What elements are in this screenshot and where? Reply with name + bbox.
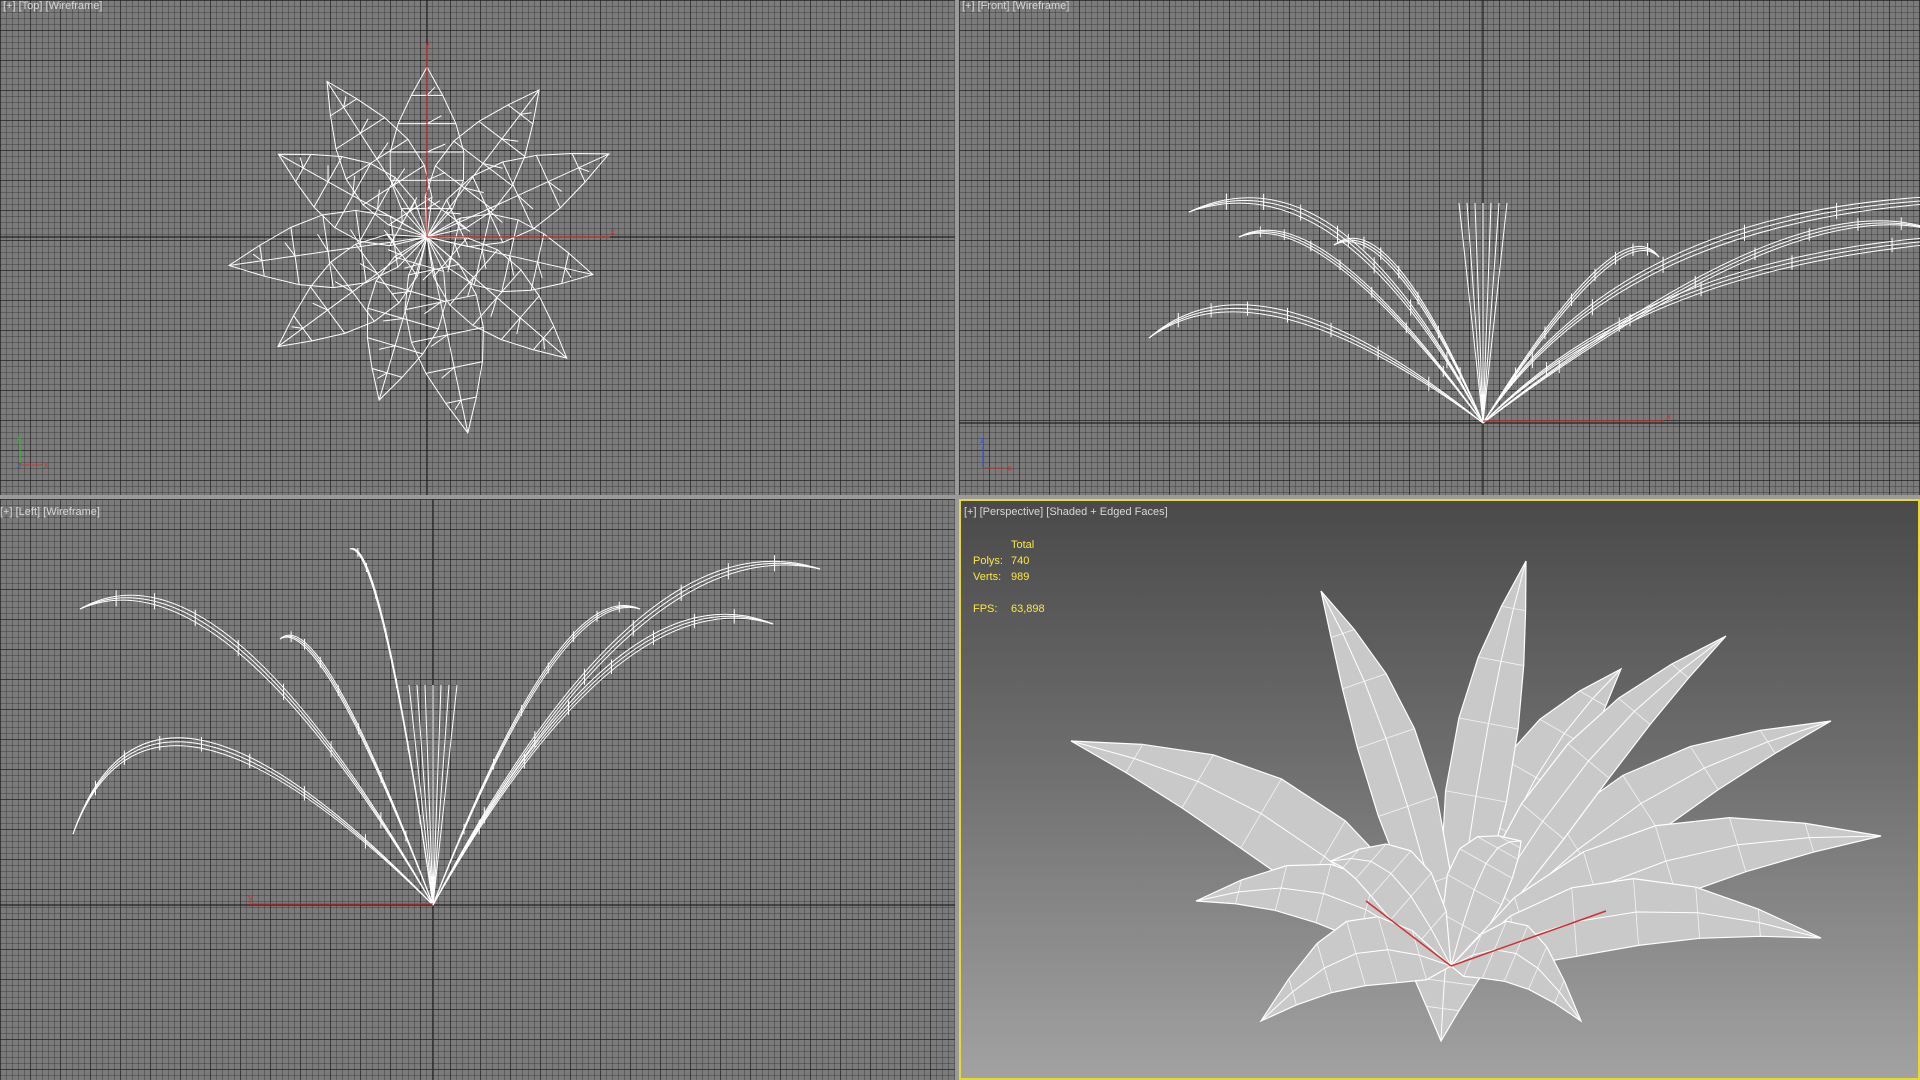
axis-label-x: x (610, 227, 615, 238)
viewport-menu-button[interactable]: [+] (0, 506, 13, 518)
svg-text:y: y (17, 433, 22, 443)
polys-value: 740 (1011, 555, 1030, 567)
svg-text:z: z (17, 460, 22, 470)
viewport-divider-horizontal-right[interactable] (959, 495, 1920, 499)
left-wireframe: y (0, 499, 955, 1080)
viewport-perspective[interactable]: [+] [Perspective] [Shaded + Edged Faces]… (959, 499, 1920, 1080)
stats-header: Total (1011, 539, 1035, 551)
viewport-left[interactable]: y [+] [Left] [Wireframe] (0, 499, 955, 1080)
view-name-button[interactable]: [Perspective] (980, 506, 1044, 518)
axis-label-y: y (425, 39, 430, 50)
render-mode-button[interactable]: [Shaded + Edged Faces] (1046, 506, 1167, 518)
render-mode-button[interactable]: [Wireframe] (43, 506, 100, 518)
svg-text:z: z (980, 435, 985, 445)
verts-label: Verts: (973, 571, 1002, 583)
render-mode-button[interactable]: [Wireframe] (46, 0, 103, 12)
view-name-button[interactable]: [Top] (19, 0, 43, 12)
fps-value: 63,898 (1011, 603, 1045, 615)
perspective-shaded-model (1070, 560, 1882, 1043)
front-wireframe: x x z (959, 0, 1920, 495)
render-mode-button[interactable]: [Wireframe] (1012, 0, 1069, 12)
fps-label: FPS: (973, 603, 998, 615)
viewport-label: [+] [Top] [Wireframe] (3, 0, 102, 12)
view-name-button[interactable]: [Left] (16, 506, 40, 518)
statistics-overlay: Total Polys: 740 Verts: 989 FPS: 63,898 (973, 537, 1045, 617)
top-wireframe: x y x y z (0, 0, 955, 495)
view-name-button[interactable]: [Front] (978, 0, 1010, 12)
viewport-label: [+] [Perspective] [Shaded + Edged Faces] (964, 506, 1168, 518)
svg-text:x: x (1007, 463, 1012, 473)
axis-tripod-icon: x y z (17, 433, 49, 470)
axis-label-y: y (248, 893, 253, 904)
viewport-top[interactable]: x y x y z [+] [Top] [Wireframe] (0, 0, 955, 495)
viewport-menu-button[interactable]: [+] (3, 0, 16, 12)
viewport-menu-button[interactable]: [+] (964, 506, 977, 518)
viewport-label: [+] [Front] [Wireframe] (962, 0, 1069, 12)
viewport-menu-button[interactable]: [+] (962, 0, 975, 12)
axis-tripod-icon: x z (980, 435, 1012, 473)
axis-label-x: x (1666, 411, 1671, 422)
svg-text:x: x (44, 460, 49, 470)
viewport-divider-horizontal[interactable] (0, 495, 955, 499)
viewport-divider-vertical[interactable] (955, 0, 959, 1080)
verts-value: 989 (1011, 571, 1030, 583)
viewport-label: [+] [Left] [Wireframe] (0, 506, 100, 518)
polys-label: Polys: (973, 555, 1003, 567)
viewport-front[interactable]: x x z [+] [Front] [Wireframe] (959, 0, 1920, 495)
